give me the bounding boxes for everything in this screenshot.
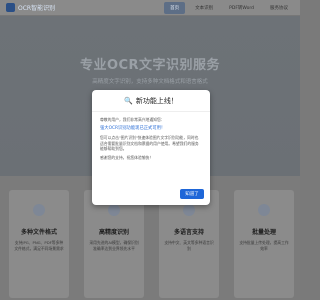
feature-desc: 支持JPG、PNG、PDF等多种文件格式，满足不同场景需求	[14, 240, 64, 251]
announcement-modal: 🔍 新功能上线！ 尊敬的用户，我们非常高兴地通知您： 强大OCR识别功能现已正式…	[92, 90, 210, 205]
feature-title: 多种文件格式	[20, 229, 57, 236]
accuracy-icon	[108, 204, 120, 216]
modal-header: 🔍 新功能上线！	[92, 90, 210, 112]
language-icon	[183, 204, 195, 216]
hero-title: 专业OCR文字识别服务	[79, 58, 221, 73]
feature-title: 多语言支持	[173, 229, 204, 236]
modal-body: 尊敬的用户，我们非常高兴地通知您： 强大OCR识别功能现已正式可用！ 您可以点击…	[100, 117, 202, 163]
feature-card: 多语言支持 支持中文、英文等多种语言识别	[159, 190, 219, 298]
nav-item-text-recognition[interactable]: 文本识别	[189, 2, 219, 14]
feature-desc: 采用先进的AI模型，确保识别准确率达到业界领先水平	[89, 240, 139, 251]
feature-card: 批量处理 支持批量上传处理，提高工作效率	[234, 190, 294, 298]
feature-title: 批量处理	[251, 229, 276, 236]
logo-icon	[6, 3, 15, 12]
hero-subtitle: 高精度文字识别，支持多种文档格式和语言格式	[92, 79, 208, 85]
nav-item-home[interactable]: 首页	[164, 2, 186, 14]
batch-icon	[258, 204, 270, 216]
logo[interactable]: OCR智能识别	[6, 3, 55, 12]
search-icon: 🔍	[124, 96, 133, 105]
nav-item-service-agreement[interactable]: 服务协议	[264, 2, 294, 14]
feature-desc: 支持批量上传处理，提高工作效率	[239, 240, 289, 251]
feature-desc: 支持中文、英文等多种语言识别	[164, 240, 214, 251]
feature-card: 高精度识别 采用先进的AI模型，确保识别准确率达到业界领先水平	[84, 190, 144, 298]
nav-item-pdf-to-word[interactable]: PDF转Word	[223, 2, 260, 14]
feature-card: 多种文件格式 支持JPG、PNG、PDF等多种文件格式，满足不同场景需求	[9, 190, 69, 298]
nav-menu: 首页 文本识别 PDF转Word 服务协议	[164, 2, 294, 14]
file-formats-icon	[33, 204, 45, 216]
modal-greeting: 尊敬的用户，我们非常高兴地通知您：	[100, 117, 165, 122]
modal-description: 您可以点击"图片识别"快速体验图片文字识别功能，同时也适合需要批量识别文档和票据…	[100, 135, 199, 151]
app-title: OCR智能识别	[18, 5, 56, 12]
modal-title: 新功能上线！	[135, 96, 178, 105]
feature-title: 高精度识别	[98, 229, 129, 236]
modal-thanks: 感谢您的支持，祝您体验愉快！	[100, 154, 154, 160]
modal-ok-button[interactable]: 知道了	[180, 189, 204, 199]
modal-highlight: 强大OCR识别功能现已正式可用！	[100, 125, 166, 131]
top-navbar: OCR智能识别 首页 文本识别 PDF转Word 服务协议	[0, 0, 300, 16]
